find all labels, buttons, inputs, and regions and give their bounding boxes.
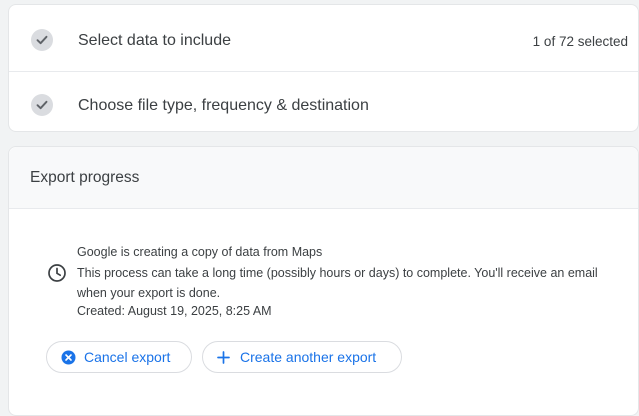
clock-icon [47, 263, 67, 283]
plus-icon [216, 350, 231, 365]
cancel-export-label: Cancel export [84, 349, 171, 365]
checkmark-icon [31, 29, 53, 51]
create-another-export-label: Create another export [240, 349, 377, 365]
export-progress-title: Export progress [30, 169, 140, 186]
step-file-type-label: Choose file type, frequency & destinatio… [78, 97, 369, 114]
export-status-title: Google is creating a copy of data from M… [77, 245, 323, 259]
step-select-data[interactable]: Select data to include 1 of 72 selected [9, 7, 638, 70]
checkmark-icon [31, 94, 53, 116]
export-steps-card: Select data to include 1 of 72 selected … [8, 4, 639, 132]
cancel-circle-icon [61, 350, 76, 365]
export-progress-card: Export progress Google is creating a cop… [8, 146, 639, 416]
create-another-export-button[interactable]: Create another export [202, 341, 402, 373]
export-created-time: Created: August 19, 2025, 8:25 AM [77, 304, 272, 318]
selected-count: 1 of 72 selected [532, 34, 628, 49]
step-select-data-label: Select data to include [78, 32, 231, 49]
export-status-body: This process can take a long time (possi… [77, 266, 598, 300]
cancel-export-button[interactable]: Cancel export [46, 341, 192, 373]
export-progress-header: Export progress [9, 147, 638, 209]
step-file-type[interactable]: Choose file type, frequency & destinatio… [9, 71, 638, 134]
